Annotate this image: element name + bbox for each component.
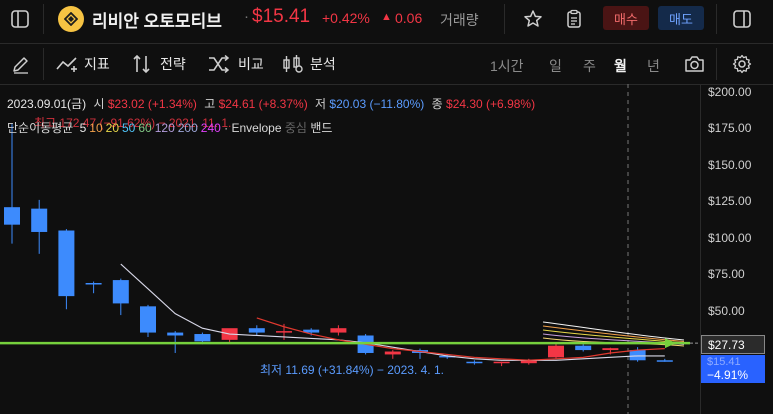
envelope-label: · Envelope	[224, 121, 282, 135]
high-value: $24.61 (+8.37%)	[218, 97, 308, 111]
ohlc-legend: 2023.09.01(금) 시 $23.02 (+1.34%) 고 $24.61…	[7, 95, 535, 112]
analysis-candles-icon	[283, 55, 303, 73]
low-annotation: 최저 11.69 (+31.84%) − 2023. 4. 1.	[260, 363, 444, 377]
price-change-pct: +0.42%	[322, 10, 370, 26]
legend-date: 2023.09.01(금)	[7, 97, 87, 111]
level-arrow-marker	[665, 338, 676, 349]
candle-body	[194, 334, 211, 342]
price-tick: $150.00	[708, 157, 752, 172]
timeframe-week[interactable]: 주	[583, 56, 596, 76]
band-label: 밴드	[310, 121, 333, 135]
compare-shuffle-icon	[209, 55, 230, 73]
candle-body	[575, 345, 592, 351]
candle-body	[140, 306, 156, 333]
candle-body	[548, 345, 564, 358]
symbol-logo-icon	[58, 6, 84, 32]
level-price-label: $27.73	[701, 335, 765, 354]
ma-period-20: 20	[105, 121, 119, 135]
candle-body	[112, 280, 129, 304]
indicator-chart-icon	[56, 57, 77, 72]
candle-body	[602, 348, 619, 351]
low-value: $20.03 (−11.80%)	[329, 97, 425, 111]
high-label: 고	[204, 97, 216, 111]
envelope-band-line	[542, 325, 685, 342]
price-tick: $100.00	[708, 230, 752, 245]
timeframe-1h[interactable]: 1시간	[490, 56, 524, 76]
candle-body	[85, 282, 102, 285]
chart-toolbar: 지표 전략 비교 분석 1시간 일 주 월 년	[0, 44, 773, 84]
volume-label: 거래량	[440, 12, 479, 28]
top-bar: 리비안 오토모티브 · $15.41 +0.42% ▲ 0.06 거래량 매수 …	[0, 0, 773, 37]
star-icon[interactable]	[520, 6, 546, 32]
current-price: $15.41	[252, 6, 311, 27]
current-price-change: −4.91%	[707, 368, 749, 382]
timeframe-day[interactable]: 일	[549, 56, 562, 76]
up-triangle-icon: ▲	[381, 11, 392, 23]
candle-body	[248, 328, 265, 333]
sidebar-toggle-icon[interactable]	[8, 7, 32, 31]
dot-separator: ·	[244, 8, 249, 25]
pencil-icon[interactable]	[9, 52, 33, 76]
strategy-icon	[133, 54, 150, 74]
ma-period-120: 120	[154, 121, 175, 135]
timeframe-year[interactable]: 년	[647, 56, 660, 76]
candle-body	[276, 331, 292, 333]
compare-label: 비교	[238, 56, 264, 72]
price-tick: $200.00	[708, 85, 752, 99]
indicators-label: 지표	[84, 56, 110, 72]
ma-period-60: 60	[138, 121, 152, 135]
ma-period-200: 200	[177, 121, 198, 135]
close-value: $24.30 (+6.98%)	[446, 97, 536, 111]
settings-gear-icon[interactable]	[730, 52, 754, 76]
strategy-label: 전략	[160, 56, 186, 72]
price-tick: $175.00	[708, 121, 752, 136]
clipboard-icon[interactable]	[561, 6, 587, 32]
price-tick: $50.00	[708, 303, 745, 318]
current-price-label: $15.41 −4.91%	[701, 355, 765, 383]
price-tick: $125.00	[708, 194, 752, 209]
candle-body	[58, 230, 75, 297]
timeframe-month[interactable]: 월	[614, 56, 627, 76]
analysis-label: 분석	[310, 56, 336, 72]
strategy-button[interactable]: 전략	[132, 52, 196, 76]
ma-legend[interactable]: 단순이동평균 5 10 20 50 60 120 200 240 · Envelope 중심 …	[7, 119, 332, 136]
buy-button[interactable]: 매수	[603, 6, 649, 30]
candle-body	[4, 207, 20, 225]
candle-body	[493, 361, 510, 364]
price-change-abs: 0.06	[395, 10, 423, 26]
ma-periods: 5 10 20 50 60 120 200 240	[77, 121, 221, 135]
candle-body	[656, 360, 673, 362]
candle-body	[31, 208, 48, 232]
candle-body	[466, 361, 483, 364]
center-label: 중심	[284, 121, 307, 135]
ma-name: 단순이동평균	[7, 121, 74, 135]
ma-period-50: 50	[122, 121, 136, 135]
low-label: 저	[315, 97, 327, 111]
candle-body	[384, 351, 401, 355]
sell-button[interactable]: 매도	[658, 6, 704, 30]
ma-period-5: 5	[79, 121, 87, 135]
right-panel-toggle-icon[interactable]	[730, 7, 754, 31]
candle-body	[167, 332, 184, 336]
ma-period-240: 240	[200, 121, 221, 135]
current-price-value: $15.41	[707, 356, 741, 368]
candle-body	[330, 328, 347, 333]
price-tick: $75.00	[708, 267, 745, 282]
compare-button[interactable]: 비교	[208, 52, 272, 76]
candle-body	[629, 350, 646, 361]
close-label: 종	[431, 97, 443, 111]
camera-icon[interactable]	[682, 52, 706, 76]
open-label: 시	[93, 97, 105, 111]
open-value: $23.02 (+1.34%)	[107, 97, 197, 111]
ma-period-10: 10	[89, 121, 103, 135]
symbol-name[interactable]: 리비안 오토모티브	[92, 7, 222, 32]
indicators-button[interactable]: 지표	[56, 52, 120, 76]
analysis-button[interactable]: 분석	[282, 52, 352, 76]
